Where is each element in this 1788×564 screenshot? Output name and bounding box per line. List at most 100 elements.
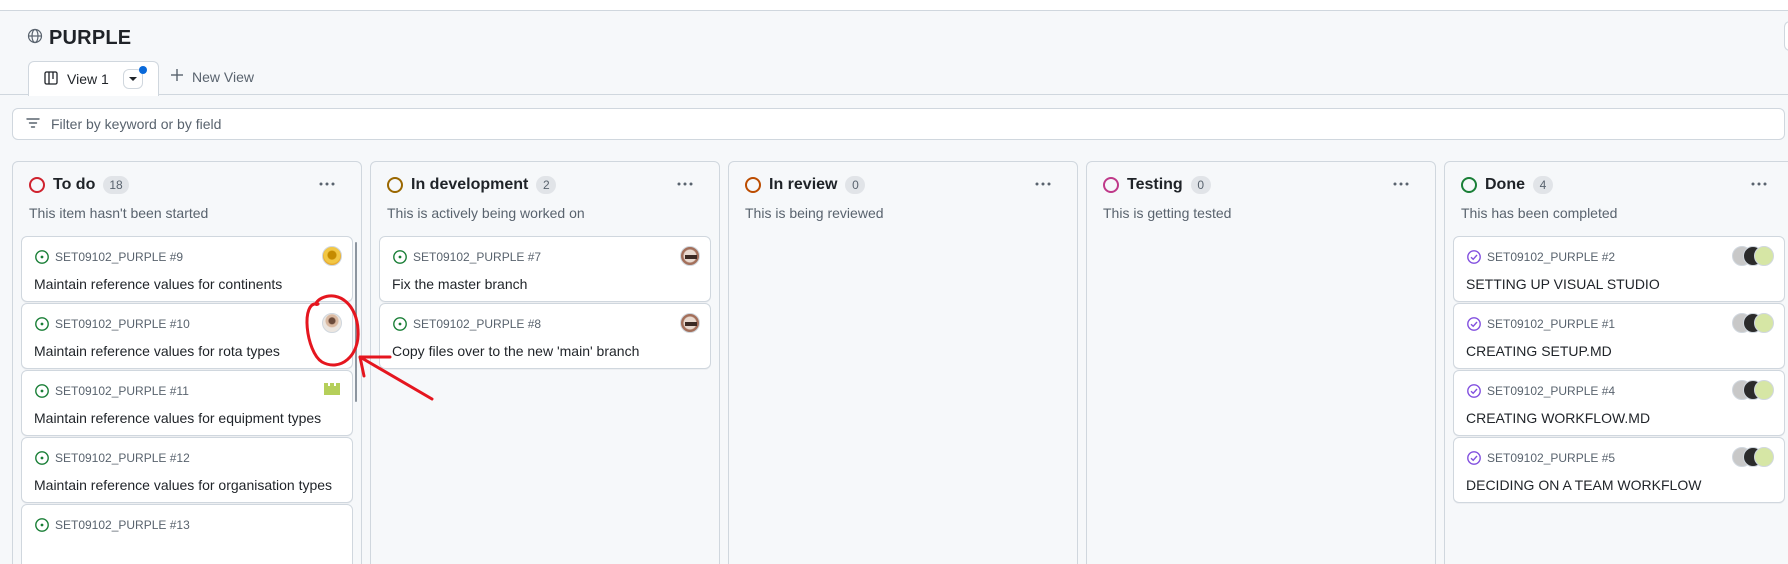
assignee-avatar[interactable] — [1754, 246, 1774, 266]
issue-card[interactable]: SET09102_PURPLE #10 Maintain reference v… — [21, 303, 353, 369]
tabs-divider — [0, 94, 1788, 95]
issue-card[interactable]: SET09102_PURPLE #1 CREATING SETUP.MD — [1453, 303, 1785, 369]
new-view-button[interactable]: New View — [170, 68, 254, 85]
identicon-avatar[interactable] — [322, 380, 342, 400]
issue-card[interactable]: SET09102_PURPLE #2 SETTING UP VISUAL STU… — [1453, 236, 1785, 302]
issue-opened-icon — [35, 518, 49, 532]
issue-ref[interactable]: SET09102_PURPLE #4 — [1487, 384, 1615, 398]
status-circle-icon — [1461, 177, 1477, 193]
assignee-avatar[interactable] — [322, 313, 342, 333]
column-in-development: In development 2 This is actively being … — [370, 161, 720, 564]
issue-title[interactable]: SETTING UP VISUAL STUDIO — [1466, 276, 1660, 292]
issue-title[interactable]: Maintain reference values for continents — [34, 276, 282, 292]
project-menu-button[interactable] — [1784, 21, 1788, 51]
assignee-avatar[interactable] — [1754, 380, 1774, 400]
column-header: Done 4 — [1461, 176, 1553, 194]
column-count: 4 — [1533, 176, 1553, 194]
status-circle-icon — [745, 177, 761, 193]
view-options-button[interactable] — [122, 66, 147, 89]
issue-closed-icon — [1467, 250, 1481, 264]
assignee-avatar[interactable] — [1754, 313, 1774, 333]
kebab-horizontal-icon — [319, 182, 335, 186]
issue-ref[interactable]: SET09102_PURPLE #10 — [55, 317, 190, 331]
project-header: PURPLE — [27, 27, 131, 50]
assignee-avatar[interactable] — [680, 313, 700, 333]
issue-ref[interactable]: SET09102_PURPLE #7 — [413, 250, 541, 264]
filter-bar[interactable] — [12, 108, 1785, 140]
issue-ref[interactable]: SET09102_PURPLE #11 — [55, 384, 189, 398]
issue-ref[interactable]: SET09102_PURPLE #12 — [55, 451, 190, 465]
issue-card[interactable]: SET09102_PURPLE #8 Copy files over to th… — [379, 303, 711, 369]
column-scrollbar[interactable] — [355, 242, 357, 402]
kebab-horizontal-icon — [1035, 182, 1051, 186]
issue-opened-icon — [35, 384, 49, 398]
issue-title[interactable]: Fix the master branch — [392, 276, 527, 292]
issue-ref[interactable]: SET09102_PURPLE #5 — [1487, 451, 1615, 465]
issue-card[interactable]: SET09102_PURPLE #4 CREATING WORKFLOW.MD — [1453, 370, 1785, 436]
issue-card[interactable]: SET09102_PURPLE #11 Maintain reference v… — [21, 370, 353, 436]
column-name: To do — [53, 176, 96, 193]
globe-icon — [27, 28, 43, 49]
column-count: 2 — [536, 176, 557, 194]
issue-ref[interactable]: SET09102_PURPLE #1 — [1487, 317, 1615, 331]
issue-closed-icon — [1467, 384, 1481, 398]
issue-title[interactable]: CREATING WORKFLOW.MD — [1466, 410, 1650, 426]
column-header: To do 18 — [29, 176, 129, 194]
filter-input[interactable] — [51, 116, 651, 132]
assignee-avatar[interactable] — [680, 246, 700, 266]
plus-icon — [170, 68, 184, 85]
column-menu-button[interactable] — [1031, 175, 1055, 193]
column-done: Done 4 This has been completed SET09102_… — [1444, 161, 1788, 564]
tab-view-1[interactable]: View 1 — [28, 61, 159, 96]
new-view-label: New View — [192, 68, 254, 85]
column-description: This is actively being worked on — [387, 205, 585, 221]
issue-card[interactable]: SET09102_PURPLE #9 Maintain reference va… — [21, 236, 353, 302]
column-count: 0 — [845, 176, 866, 194]
column-description: This is getting tested — [1103, 205, 1232, 221]
column-header: In development 2 — [387, 176, 557, 194]
assignee-avatar[interactable] — [322, 246, 342, 266]
column-in-review: In review 0 This is being reviewed — [728, 161, 1078, 564]
table-board-icon — [43, 70, 59, 89]
issue-card[interactable]: SET09102_PURPLE #7 Fix the master branch — [379, 236, 711, 302]
issue-title[interactable]: Maintain reference values for organisati… — [34, 477, 332, 493]
column-menu-button[interactable] — [1747, 175, 1771, 193]
assignee-avatar[interactable] — [1754, 447, 1774, 467]
issue-card[interactable]: SET09102_PURPLE #12 Maintain reference v… — [21, 437, 353, 503]
column-to-do: To do 18 This item hasn't been started S… — [12, 161, 362, 564]
top-strip — [0, 0, 1788, 11]
column-count: 0 — [1190, 176, 1211, 194]
issue-opened-icon — [393, 317, 407, 331]
issue-closed-icon — [1467, 317, 1481, 331]
issue-title[interactable]: Maintain reference values for rota types — [34, 343, 280, 359]
column-description: This item hasn't been started — [29, 205, 209, 221]
column-menu-button[interactable] — [315, 175, 339, 193]
issue-ref[interactable]: SET09102_PURPLE #8 — [413, 317, 541, 331]
column-name: In development — [411, 176, 529, 193]
issue-card[interactable]: SET09102_PURPLE #13 — [21, 504, 353, 564]
status-circle-icon — [387, 177, 403, 193]
column-name: Done — [1485, 176, 1525, 193]
issue-opened-icon — [393, 250, 407, 264]
column-testing: Testing 0 This is getting tested — [1086, 161, 1436, 564]
issue-card[interactable]: SET09102_PURPLE #5 DECIDING ON A TEAM WO… — [1453, 437, 1785, 503]
column-count: 18 — [103, 176, 129, 194]
unsaved-changes-dot — [138, 66, 147, 74]
issue-title[interactable]: DECIDING ON A TEAM WORKFLOW — [1466, 477, 1701, 493]
issue-ref[interactable]: SET09102_PURPLE #2 — [1487, 250, 1615, 264]
column-description: This has been completed — [1461, 205, 1618, 221]
column-name: In review — [769, 176, 838, 193]
issue-title[interactable]: Copy files over to the new 'main' branch — [392, 343, 639, 359]
issue-title[interactable]: Maintain reference values for equipment … — [34, 410, 321, 426]
tab-label: View 1 — [67, 71, 109, 87]
column-menu-button[interactable] — [1389, 175, 1413, 193]
column-header: Testing 0 — [1103, 176, 1211, 194]
column-menu-button[interactable] — [673, 175, 697, 193]
filter-icon — [25, 115, 41, 134]
issue-ref[interactable]: SET09102_PURPLE #9 — [55, 250, 183, 264]
kebab-horizontal-icon — [677, 182, 693, 186]
issue-title[interactable]: CREATING SETUP.MD — [1466, 343, 1612, 359]
issue-ref[interactable]: SET09102_PURPLE #13 — [55, 518, 190, 532]
status-circle-icon — [1103, 177, 1119, 193]
kebab-horizontal-icon — [1751, 182, 1767, 186]
